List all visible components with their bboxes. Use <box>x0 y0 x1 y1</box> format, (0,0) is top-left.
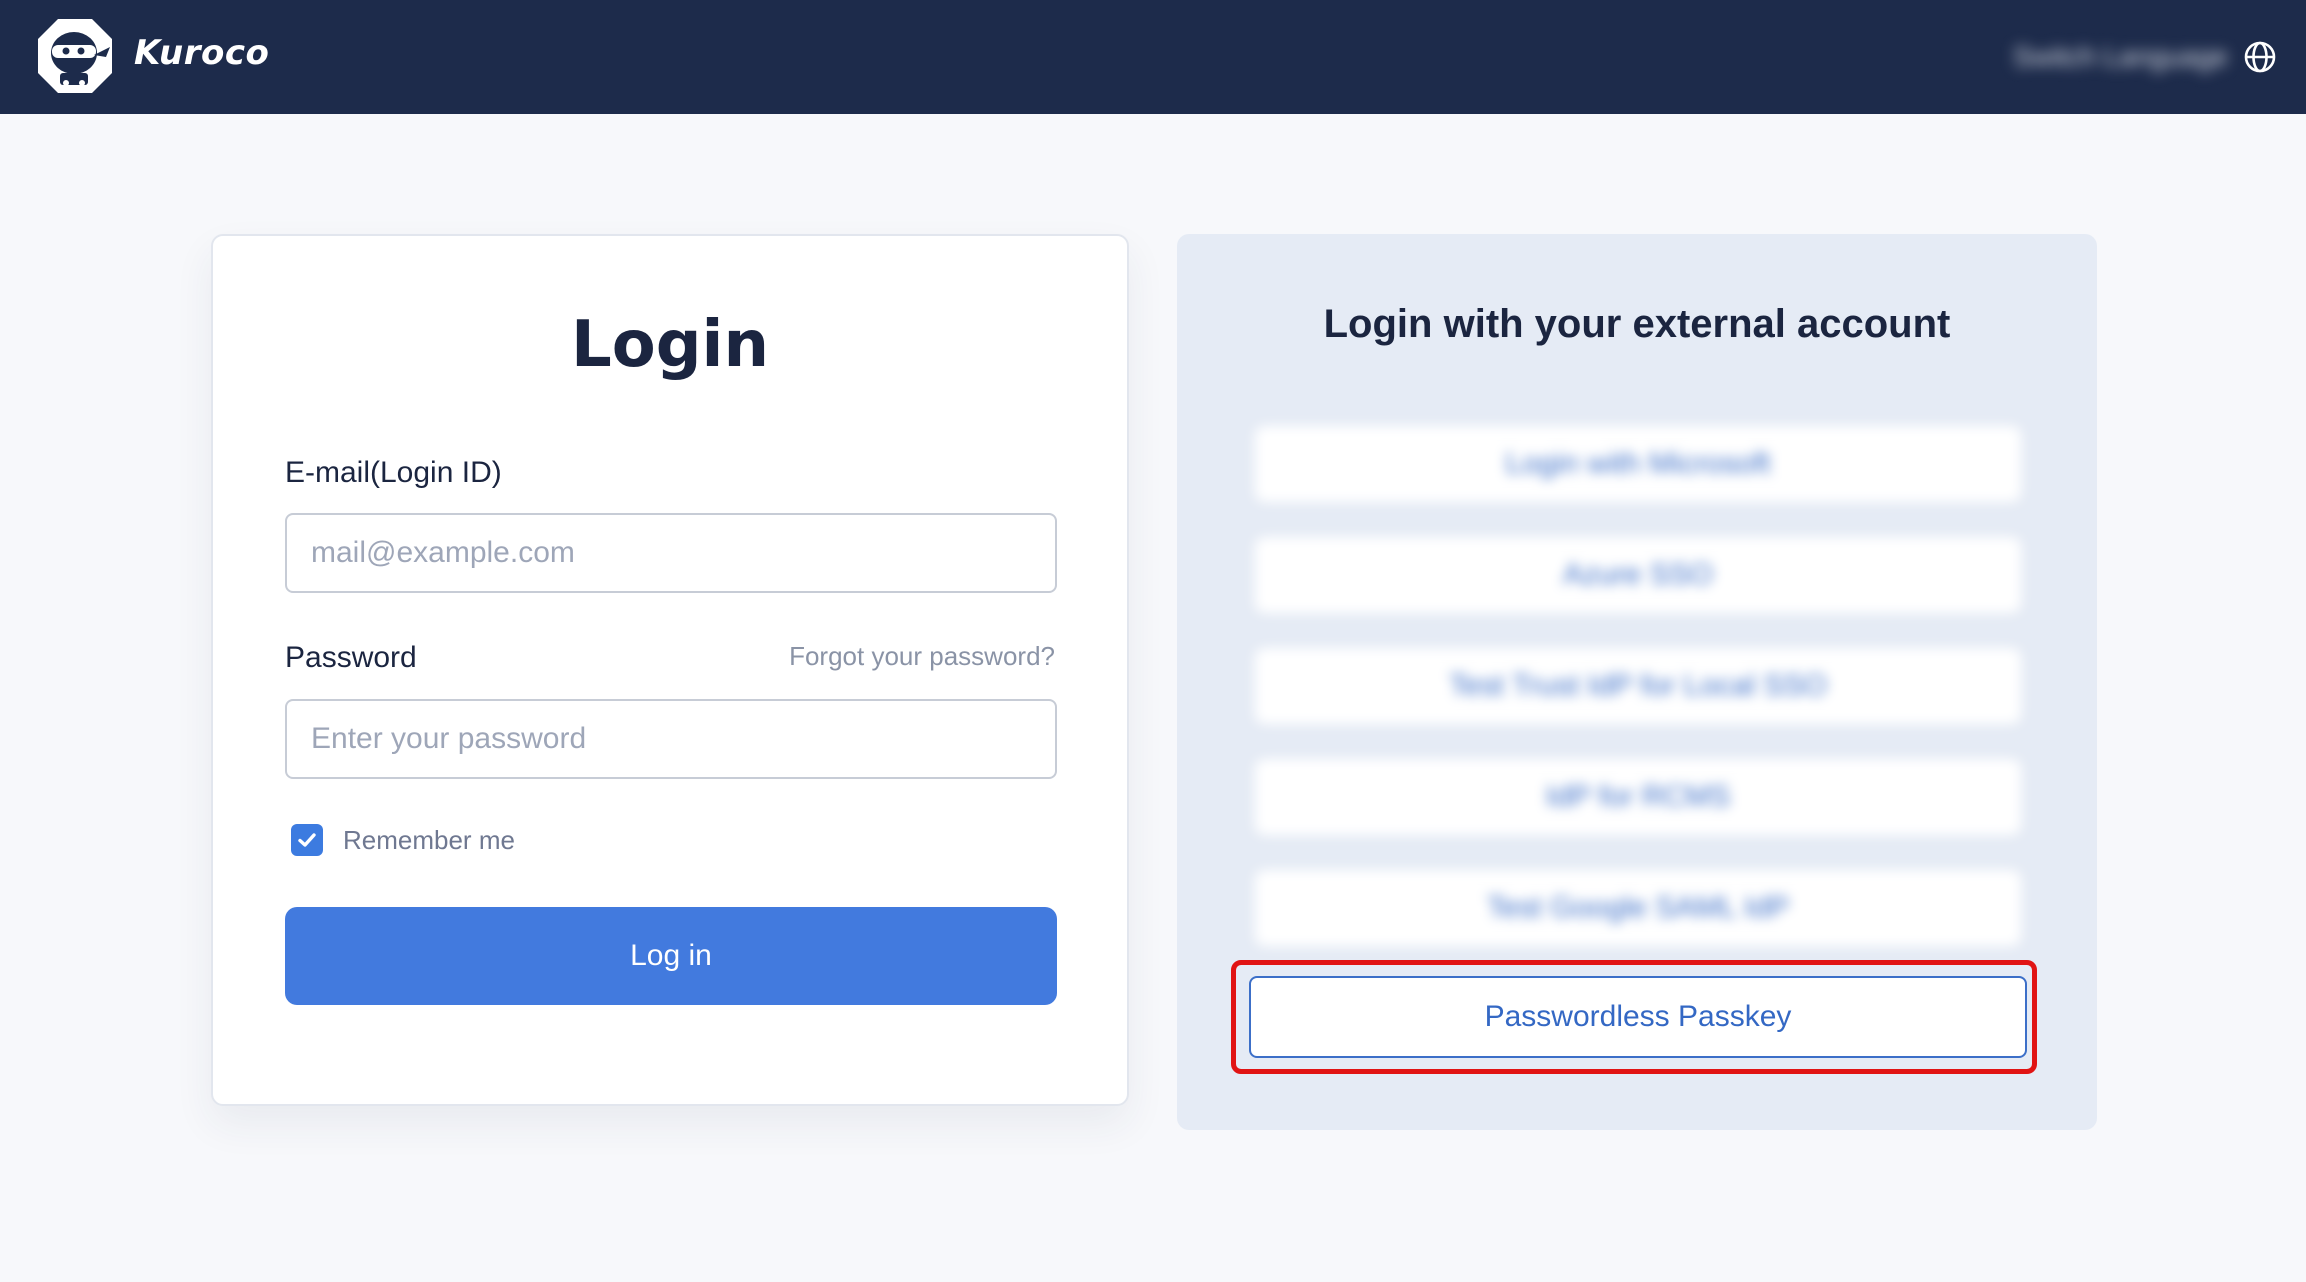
check-icon <box>298 833 316 847</box>
external-provider-button[interactable]: Login with Microsoft <box>1255 426 2021 502</box>
external-provider-button[interactable]: Test Google SAML IdP <box>1255 870 2021 946</box>
passkey-login-button[interactable]: Passwordless Passkey <box>1249 976 2027 1058</box>
external-provider-button[interactable]: IdP for RCMS <box>1255 759 2021 835</box>
globe-icon[interactable] <box>2242 39 2278 75</box>
external-provider-label: Login with Microsoft <box>1505 447 1771 480</box>
remember-me-row[interactable]: Remember me <box>291 824 515 856</box>
page-title: Login <box>570 308 770 382</box>
login-button[interactable]: Log in <box>285 907 1057 1005</box>
language-switcher[interactable]: Switch Language <box>2013 34 2278 80</box>
external-provider-label: Azure SSO <box>1562 558 1714 591</box>
email-field[interactable] <box>285 513 1057 593</box>
language-label: Switch Language <box>2013 41 2228 72</box>
login-card: Login E-mail(Login ID) Password Forgot y… <box>211 234 1129 1106</box>
external-provider-label: IdP for RCMS <box>1545 780 1731 813</box>
external-provider-button[interactable]: Test Trust IdP for Local SSO <box>1255 648 2021 724</box>
external-provider-label: Test Trust IdP for Local SSO <box>1449 669 1827 702</box>
ninja-logo-icon[interactable] <box>36 17 114 95</box>
brand-name: Kuroco <box>134 33 270 73</box>
email-label: E-mail(Login ID) <box>285 456 502 489</box>
external-provider-list: Login with Microsoft Azure SSO Test Trus… <box>1255 426 2021 981</box>
forgot-password-link[interactable]: Forgot your password? <box>789 641 1055 672</box>
remember-me-checkbox[interactable] <box>291 824 323 856</box>
top-navigation-bar: Kuroco Switch Language <box>0 0 2306 114</box>
external-login-title: Login with your external account <box>1323 302 1951 346</box>
remember-me-label: Remember me <box>343 824 515 855</box>
password-label: Password <box>285 641 417 674</box>
external-login-panel: Login with your external account Login w… <box>1177 234 2097 1130</box>
external-provider-button[interactable]: Azure SSO <box>1255 537 2021 613</box>
external-provider-label: Test Google SAML IdP <box>1486 891 1790 924</box>
password-field[interactable] <box>285 699 1057 779</box>
